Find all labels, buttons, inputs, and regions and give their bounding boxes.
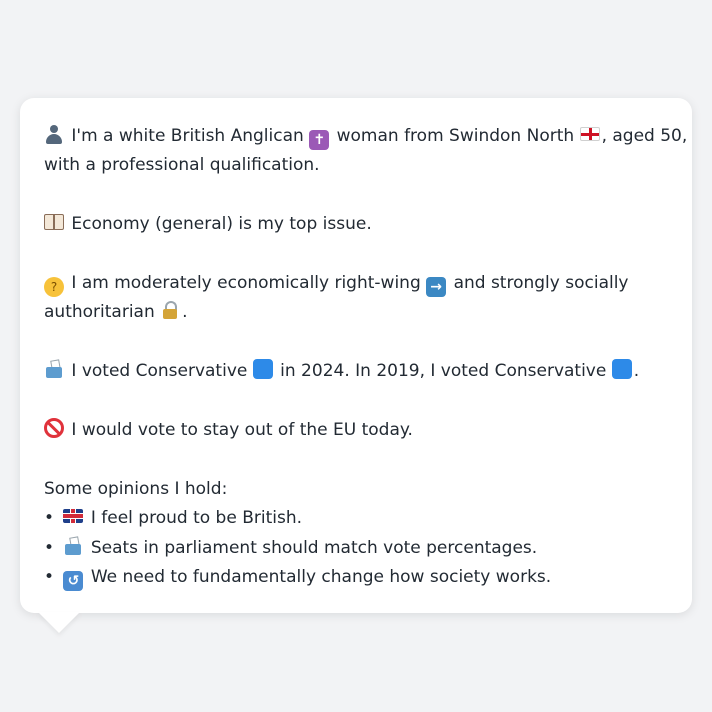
ideology-text-3: authoritarian bbox=[44, 302, 155, 323]
opinion-item: • I feel proud to be British. bbox=[44, 504, 668, 533]
intro-line-2: with a professional qualification. bbox=[44, 151, 668, 180]
votes-line: I voted Conservative in 2024. In 2019, I… bbox=[44, 357, 668, 386]
top-issue-line: Economy (general) is my top issue. bbox=[44, 210, 668, 239]
opinion-item: • Seats in parliament should match vote … bbox=[44, 534, 668, 563]
eu-text: I would vote to stay out of the EU today… bbox=[71, 420, 413, 440]
ideology-line-2: authoritarian . bbox=[44, 298, 668, 327]
thinking-face-icon: ? bbox=[44, 277, 64, 297]
ballot-box-icon bbox=[63, 536, 83, 556]
person-icon bbox=[44, 124, 64, 144]
ideology-text-2: and strongly socially bbox=[453, 273, 629, 293]
ideology-line: ? I am moderately economically right-win… bbox=[44, 269, 668, 298]
ideology-text-1: I am moderately economically right-wing bbox=[71, 273, 421, 293]
votes-text-1: I voted Conservative bbox=[71, 361, 248, 382]
intro-text-3: , aged 50, bbox=[601, 126, 688, 146]
opinions-heading: Some opinions I hold: bbox=[44, 478, 228, 499]
ballot-box-icon bbox=[44, 359, 64, 379]
votes-text-2: in 2024. In 2019, I voted Conservative bbox=[280, 361, 607, 382]
eu-line: I would vote to stay out of the EU today… bbox=[44, 416, 668, 445]
bullet: • bbox=[44, 537, 55, 558]
opinion-text: Seats in parliament should match vote pe… bbox=[90, 537, 538, 558]
uk-flag-icon bbox=[63, 509, 84, 524]
lock-icon bbox=[160, 300, 180, 320]
cycle-arrows-icon: ↺ bbox=[63, 571, 84, 592]
cross-icon: ✝ bbox=[309, 130, 330, 150]
bubble-tail bbox=[38, 612, 80, 633]
england-flag-icon bbox=[579, 127, 600, 141]
bullet: • bbox=[44, 508, 55, 529]
prohibited-icon bbox=[44, 418, 64, 438]
intro-text-2: woman from Swindon North bbox=[336, 126, 575, 146]
blue-square-icon bbox=[611, 359, 632, 380]
intro-text-1: I'm a white British Anglican bbox=[71, 126, 304, 146]
intro-line: I'm a white British Anglican ✝ woman fro… bbox=[44, 122, 687, 151]
votes-text-3: . bbox=[633, 361, 640, 382]
ideology-text-4: . bbox=[182, 302, 188, 323]
message-bubble: I'm a white British Anglican ✝ woman fro… bbox=[20, 98, 692, 613]
top-issue-text: Economy (general) is my top issue. bbox=[71, 214, 372, 235]
opinion-text: I feel proud to be British. bbox=[90, 508, 302, 529]
bullet: • bbox=[44, 567, 55, 588]
book-icon bbox=[44, 214, 64, 231]
opinion-text: We need to fundamentally change how soci… bbox=[90, 567, 552, 588]
right-arrow-icon: → bbox=[426, 277, 447, 297]
intro-text-4: with a professional qualification. bbox=[44, 155, 320, 176]
blue-square-icon bbox=[252, 359, 273, 380]
opinion-item: • ↺ We need to fundamentally change how … bbox=[44, 563, 668, 592]
